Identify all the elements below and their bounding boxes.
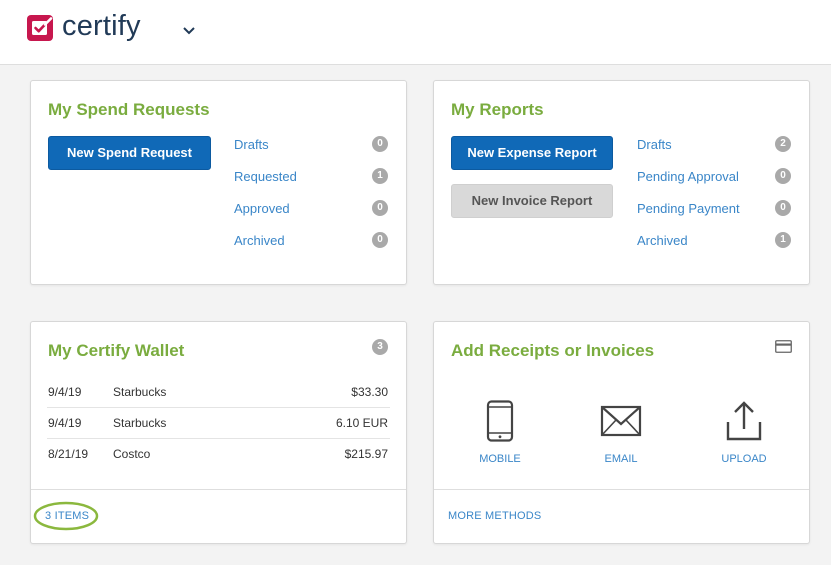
wallet-row-amount: $215.97 bbox=[344, 447, 388, 461]
wallet-title: My Certify Wallet bbox=[48, 341, 185, 360]
upload-method[interactable]: UPLOAD bbox=[704, 400, 784, 465]
wallet-row[interactable]: 9/4/19 Starbucks $33.30 bbox=[47, 377, 390, 408]
wallet-row[interactable]: 9/4/19 Starbucks 6.10 EUR bbox=[47, 408, 390, 439]
wallet-row-amount: $33.30 bbox=[351, 385, 388, 399]
spend-requests-card: My Spend Requests New Spend Request Draf… bbox=[30, 80, 407, 285]
reports-pending-approval-count: 0 bbox=[775, 168, 791, 184]
my-reports-card: My Reports New Expense Report New Invoic… bbox=[433, 80, 810, 285]
wallet-row[interactable]: 8/21/19 Costco $215.97 bbox=[47, 439, 390, 469]
reports-drafts-link[interactable]: Drafts bbox=[637, 137, 672, 152]
chevron-down-icon[interactable] bbox=[182, 23, 196, 41]
wallet-card: My Certify Wallet 3 9/4/19 Starbucks $33… bbox=[30, 321, 407, 544]
email-method[interactable]: EMAIL bbox=[581, 400, 661, 465]
new-invoice-report-button[interactable]: New Invoice Report bbox=[451, 184, 613, 218]
upload-method-label: UPLOAD bbox=[721, 453, 767, 465]
envelope-icon bbox=[600, 405, 642, 437]
credit-card-icon[interactable] bbox=[775, 340, 792, 358]
reports-archived-link[interactable]: Archived bbox=[637, 233, 688, 248]
my-reports-title: My Reports bbox=[451, 100, 544, 119]
spend-requested-count: 1 bbox=[372, 168, 388, 184]
spend-requested-link[interactable]: Requested bbox=[234, 169, 297, 184]
upload-icon bbox=[726, 401, 762, 441]
add-receipts-title: Add Receipts or Invoices bbox=[451, 341, 655, 360]
wallet-row-amount: 6.10 EUR bbox=[335, 416, 388, 430]
add-receipts-card: Add Receipts or Invoices MOBILE EMAIL UP bbox=[433, 321, 810, 544]
reports-pending-approval-link[interactable]: Pending Approval bbox=[637, 169, 739, 184]
spend-drafts-count: 0 bbox=[372, 136, 388, 152]
new-spend-request-button[interactable]: New Spend Request bbox=[48, 136, 211, 170]
wallet-row-merchant: Starbucks bbox=[113, 385, 167, 399]
spend-archived-link[interactable]: Archived bbox=[234, 233, 285, 248]
app-header: certify bbox=[0, 0, 831, 65]
wallet-row-date: 8/21/19 bbox=[48, 447, 89, 461]
spend-drafts-link[interactable]: Drafts bbox=[234, 137, 269, 152]
receipts-footer-divider bbox=[434, 489, 809, 490]
check-icon bbox=[32, 17, 53, 35]
app-logo-text[interactable]: certify bbox=[62, 10, 141, 43]
mobile-method-label: MOBILE bbox=[479, 453, 521, 465]
email-method-label: EMAIL bbox=[604, 453, 638, 465]
mobile-phone-icon bbox=[486, 400, 514, 442]
wallet-row-date: 9/4/19 bbox=[48, 416, 82, 430]
mobile-method[interactable]: MOBILE bbox=[460, 400, 540, 465]
reports-archived-count: 1 bbox=[775, 232, 791, 248]
spend-approved-link[interactable]: Approved bbox=[234, 201, 290, 216]
reports-drafts-count: 2 bbox=[775, 136, 791, 152]
wallet-row-merchant: Starbucks bbox=[113, 416, 167, 430]
spend-approved-count: 0 bbox=[372, 200, 388, 216]
wallet-row-merchant: Costco bbox=[113, 447, 151, 461]
spend-requests-title: My Spend Requests bbox=[48, 100, 210, 119]
wallet-row-date: 9/4/19 bbox=[48, 385, 82, 399]
reports-pending-payment-count: 0 bbox=[775, 200, 791, 216]
spend-archived-count: 0 bbox=[372, 232, 388, 248]
wallet-count-badge: 3 bbox=[372, 339, 388, 355]
new-expense-report-button[interactable]: New Expense Report bbox=[451, 136, 613, 170]
wallet-items-link[interactable]: 3 ITEMS bbox=[45, 510, 89, 522]
certify-logo-mark[interactable] bbox=[27, 15, 53, 41]
wallet-footer-divider bbox=[31, 489, 406, 490]
more-methods-link[interactable]: MORE METHODS bbox=[448, 510, 541, 522]
reports-pending-payment-link[interactable]: Pending Payment bbox=[637, 201, 740, 216]
